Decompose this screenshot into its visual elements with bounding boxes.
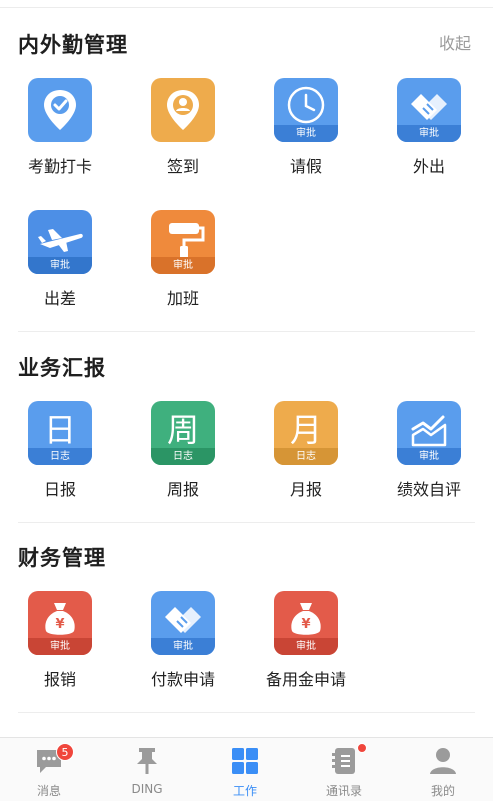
contacts-icon xyxy=(329,746,359,776)
app-tile-weekly-report[interactable]: 周 日志 周报 xyxy=(123,401,243,511)
section-divider xyxy=(18,522,475,523)
collapse-button[interactable]: 收起 xyxy=(439,29,471,59)
yen-glyph: ¥ xyxy=(55,617,64,632)
app-tile-leave[interactable]: 审批 请假 xyxy=(246,78,366,188)
top-edge xyxy=(0,0,493,8)
pin-icon xyxy=(132,746,162,776)
clock-icon: 审批 xyxy=(274,78,338,142)
section-title: 内外勤管理 xyxy=(18,33,128,57)
tab-work[interactable]: 工作 xyxy=(196,738,294,801)
tab-contacts[interactable]: 通讯录 xyxy=(295,738,393,801)
section-header: 财务管理 xyxy=(18,542,106,572)
tab-me[interactable]: 我的 xyxy=(394,738,492,801)
location-person-icon xyxy=(151,78,215,142)
app-tile-label: 周报 xyxy=(166,480,199,499)
app-tile-attendance-checkin[interactable]: 考勤打卡 xyxy=(0,78,120,188)
section-header: 业务汇报 xyxy=(18,352,106,382)
money-bag-icon: ¥ 审批 xyxy=(28,591,92,655)
approval-band: 审批 xyxy=(151,638,215,655)
app-tile-label: 付款申请 xyxy=(150,670,215,689)
report-glyph: 日 xyxy=(44,411,76,449)
tab-label: 工作 xyxy=(232,784,257,798)
app-tile-label: 加班 xyxy=(166,289,199,308)
app-tile-label: 签到 xyxy=(166,157,199,176)
bottom-tab-bar: 5 消息 DING 工作 通讯录 我的 xyxy=(0,737,493,801)
section-title: 业务汇报 xyxy=(18,356,106,380)
tab-ding[interactable]: DING xyxy=(98,738,196,801)
tab-label: 消息 xyxy=(36,784,61,798)
daily-report-icon: 日 日志 xyxy=(28,401,92,465)
app-tile-label: 考勤打卡 xyxy=(27,157,92,176)
app-tile-sign-in[interactable]: 签到 xyxy=(123,78,243,188)
approval-band: 审批 xyxy=(151,257,215,274)
app-tile-label: 月报 xyxy=(289,480,322,499)
airplane-icon: 审批 xyxy=(28,210,92,274)
app-tile-label: 报销 xyxy=(43,670,76,689)
monthly-report-icon: 月 日志 xyxy=(274,401,338,465)
approval-band: 审批 xyxy=(274,638,338,655)
app-tile-reimbursement[interactable]: ¥ 审批 报销 xyxy=(0,591,120,701)
unread-badge: 5 xyxy=(56,743,74,761)
section-header: 内外勤管理 xyxy=(18,29,128,59)
section-divider xyxy=(18,712,475,713)
app-tile-overtime[interactable]: 审批 加班 xyxy=(123,210,243,320)
person-icon xyxy=(428,746,458,776)
log-band: 日志 xyxy=(151,448,215,465)
tab-messages[interactable]: 5 消息 xyxy=(0,738,98,801)
approval-band: 审批 xyxy=(28,638,92,655)
log-band: 日志 xyxy=(28,448,92,465)
app-tile-label: 外出 xyxy=(412,157,445,176)
app-tile-payment-request[interactable]: 审批 付款申请 xyxy=(123,591,243,701)
grid-icon xyxy=(230,746,260,776)
app-tile-label: 绩效自评 xyxy=(396,480,461,499)
app-tile-petty-cash-request[interactable]: ¥ 审批 备用金申请 xyxy=(246,591,366,701)
notification-dot xyxy=(357,743,367,753)
paint-roller-icon: 审批 xyxy=(151,210,215,274)
handshake-icon: 审批 xyxy=(397,78,461,142)
app-tile-label: 出差 xyxy=(43,289,76,308)
approval-band: 审批 xyxy=(397,125,461,142)
tab-label: 我的 xyxy=(430,784,455,798)
handshake-icon: 审批 xyxy=(151,591,215,655)
section-attendance: 内外勤管理 收起 考勤打卡 签到 审批 请假 审批 外出 审批 出差 审批 加班 xyxy=(0,29,493,329)
app-tile-performance-review[interactable]: 审批 绩效自评 xyxy=(369,401,489,511)
location-check-icon xyxy=(28,78,92,142)
section-title: 财务管理 xyxy=(18,546,106,570)
report-glyph: 周 xyxy=(167,411,199,449)
money-bag-icon: ¥ 审批 xyxy=(274,591,338,655)
app-tile-daily-report[interactable]: 日 日志 日报 xyxy=(0,401,120,511)
log-band: 日志 xyxy=(274,448,338,465)
report-glyph: 月 xyxy=(290,411,322,449)
app-tile-label: 请假 xyxy=(289,157,322,176)
chart-trend-icon: 审批 xyxy=(397,401,461,465)
approval-band: 审批 xyxy=(274,125,338,142)
app-tile-business-trip[interactable]: 审批 出差 xyxy=(0,210,120,320)
section-reports: 业务汇报 日 日志 日报 周 日志 周报 月 日志 月报 审批 绩效自评 xyxy=(0,352,493,522)
approval-band: 审批 xyxy=(397,448,461,465)
weekly-report-icon: 周 日志 xyxy=(151,401,215,465)
section-finance: 财务管理 ¥ 审批 报销 审批 付款申请 ¥ 审批 备用金申请 xyxy=(0,542,493,712)
app-tile-monthly-report[interactable]: 月 日志 月报 xyxy=(246,401,366,511)
tab-label: 通讯录 xyxy=(325,784,362,798)
section-divider xyxy=(18,331,475,332)
app-tile-go-out[interactable]: 审批 外出 xyxy=(369,78,489,188)
tab-label: DING xyxy=(131,782,163,796)
approval-band: 审批 xyxy=(28,257,92,274)
app-tile-label: 日报 xyxy=(43,480,76,499)
app-tile-label: 备用金申请 xyxy=(265,670,346,689)
yen-glyph: ¥ xyxy=(301,617,310,632)
